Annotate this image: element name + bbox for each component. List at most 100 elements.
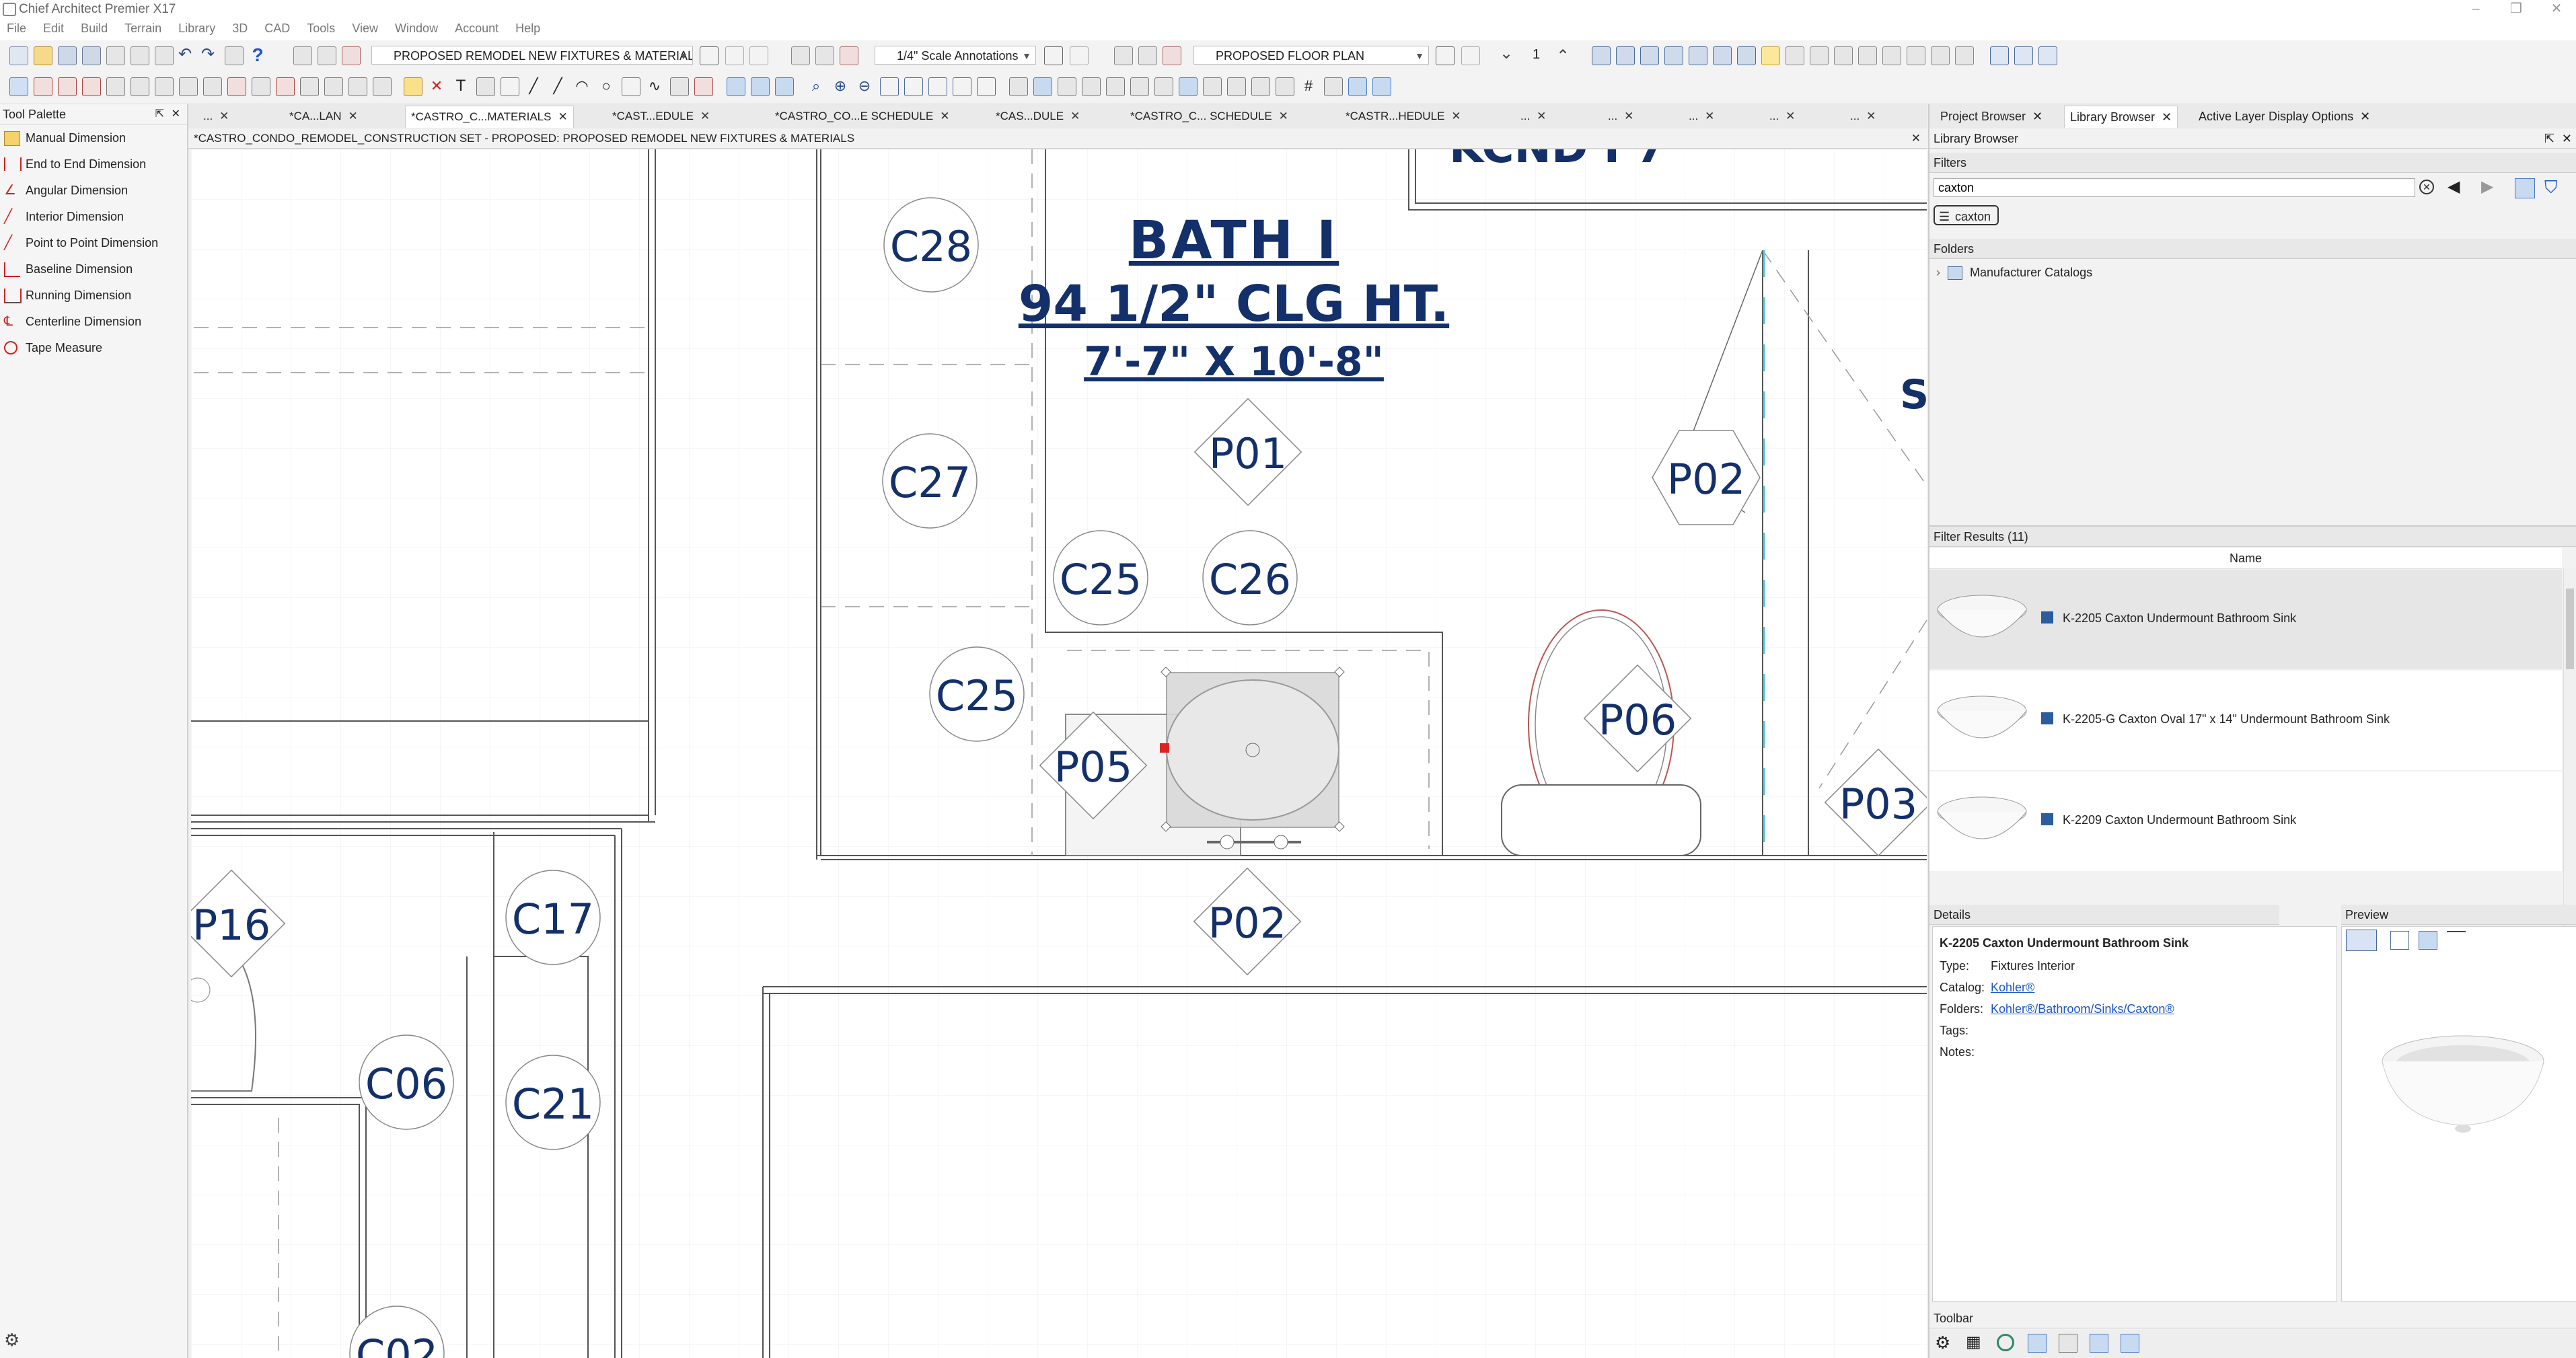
print-preview-icon[interactable] — [106, 46, 125, 65]
menu-cad[interactable]: CAD — [258, 19, 297, 38]
menu-view[interactable]: View — [345, 19, 385, 38]
fixture-place-icon[interactable] — [1058, 77, 1076, 96]
filter-options-icon[interactable] — [2515, 178, 2535, 198]
save-icon[interactable] — [58, 46, 77, 65]
minimize-button[interactable]: – — [2456, 0, 2496, 19]
fill-window-icon[interactable] — [880, 77, 899, 96]
render-icon[interactable] — [1786, 46, 1804, 65]
layer-sets-icon[interactable] — [293, 46, 312, 65]
back-arrow-icon[interactable]: ◀ — [2448, 177, 2460, 196]
object-snap-icon[interactable] — [751, 77, 770, 96]
tab-2[interactable]: *CASTRO_C...MATERIALS ✕ — [405, 106, 574, 128]
window-tile-icon[interactable] — [1990, 46, 2009, 65]
fill-window-building-icon[interactable] — [904, 77, 923, 96]
box-icon[interactable] — [622, 77, 640, 96]
walkthrough-icon[interactable] — [1689, 46, 1707, 65]
new-plan-icon[interactable] — [9, 46, 28, 65]
move-icon[interactable] — [1033, 77, 1052, 96]
window-icon[interactable] — [131, 77, 149, 96]
roof-icon[interactable] — [203, 77, 222, 96]
close-window-button[interactable]: ✕ — [2536, 0, 2576, 19]
refresh-icon[interactable] — [977, 77, 996, 96]
annotation-copy-icon[interactable] — [815, 46, 834, 65]
eyedropper-icon[interactable] — [1858, 46, 1877, 65]
display-options-icon[interactable] — [1348, 77, 1367, 96]
tool-tape-measure[interactable]: Tape Measure — [0, 335, 187, 361]
circle-icon[interactable]: ○ — [597, 77, 615, 95]
filter-icon[interactable] — [2090, 1334, 2108, 1353]
funnel-icon[interactable]: ⛉ — [2544, 177, 2558, 198]
tool-angular-dimension[interactable]: ∠ Angular Dimension — [0, 178, 187, 204]
preview-toggle-icon[interactable] — [2121, 1334, 2139, 1353]
camera-full-icon[interactable] — [1640, 46, 1659, 65]
print-icon[interactable] — [131, 46, 149, 65]
rectangle-icon[interactable] — [501, 77, 519, 96]
dimension-icon[interactable]: ✕ — [428, 77, 445, 95]
menu-library[interactable]: Library — [172, 19, 222, 38]
close-icon[interactable]: ✕ — [700, 110, 710, 122]
ruler-icon[interactable] — [670, 77, 689, 96]
window-layout-icon[interactable] — [2038, 46, 2057, 65]
copy-icon[interactable] — [1106, 77, 1125, 96]
layer-copy-icon[interactable] — [318, 46, 336, 65]
calculator-icon[interactable] — [225, 46, 244, 65]
polyline-icon[interactable]: ╱ — [549, 77, 566, 95]
close-icon[interactable]: ✕ — [1070, 110, 1080, 122]
refresh-icon[interactable] — [1997, 1334, 2014, 1351]
close-icon[interactable]: ✕ — [172, 104, 180, 124]
tag-p16[interactable]: P16 — [191, 901, 279, 950]
gear-icon[interactable]: ⚙ — [4, 1331, 22, 1349]
tab-11[interactable]: ... ✕ — [1769, 106, 1795, 127]
magic-wand-icon[interactable] — [1810, 46, 1829, 65]
plan-views-icon[interactable] — [1114, 46, 1133, 65]
close-icon[interactable]: ✕ — [940, 110, 949, 122]
clear-search-icon[interactable]: ✕ — [2419, 180, 2434, 194]
tool-point-to-point-dimension[interactable]: ╱ Point to Point Dimension — [0, 230, 187, 256]
arc-icon[interactable]: ◠ — [573, 77, 591, 95]
tag-p05[interactable]: P05 — [1046, 743, 1140, 792]
tag-c17[interactable]: C17 — [506, 895, 600, 944]
checkbox-icon[interactable] — [1436, 46, 1455, 65]
menu-3d[interactable]: 3D — [225, 19, 254, 38]
window-split-icon[interactable] — [2014, 46, 2033, 65]
menu-tools[interactable]: Tools — [300, 19, 342, 38]
close-icon[interactable]: ✕ — [1866, 110, 1876, 122]
tag-p02-hex[interactable]: P02 — [1659, 455, 1753, 504]
undo-icon[interactable]: ↶ — [176, 46, 194, 64]
scroll-thumb[interactable] — [2566, 589, 2574, 669]
global-icon[interactable] — [2028, 1334, 2047, 1353]
resize-icon[interactable] — [1251, 77, 1270, 96]
mirror-icon[interactable] — [1179, 77, 1198, 96]
zoom-in-icon[interactable]: ⊕ — [832, 77, 849, 95]
close-icon[interactable]: ✕ — [2162, 110, 2172, 124]
floor-down-icon[interactable]: ⌄ — [1498, 46, 1515, 64]
grid-icon[interactable]: # — [1300, 77, 1317, 95]
tab-active-layer-display[interactable]: Active Layer Display Options ✕ — [2199, 106, 2370, 127]
undo-zoom-icon[interactable] — [928, 77, 947, 96]
gear-icon[interactable]: ⚙ — [1935, 1334, 1950, 1351]
camera-home-icon[interactable] — [1592, 46, 1611, 65]
paste-icon[interactable] — [1130, 77, 1149, 96]
house-icon[interactable] — [227, 77, 246, 96]
elevation-icon[interactable] — [1737, 46, 1756, 65]
plan-view-copy-icon[interactable] — [1138, 46, 1157, 65]
preview-extra-icon[interactable] — [2447, 931, 2466, 950]
preview-view-dropdown[interactable] — [2346, 930, 2377, 951]
close-icon[interactable]: ✕ — [2032, 110, 2043, 123]
group-select-icon[interactable] — [1009, 77, 1028, 96]
plan-view-defaults-icon[interactable] — [1163, 46, 1181, 65]
folder-item-manufacturer-catalogs[interactable]: › Manufacturer Catalogs — [1936, 266, 2092, 280]
snap-grid-icon[interactable] — [727, 77, 745, 96]
fit-icon[interactable] — [953, 77, 971, 96]
layer-icon[interactable] — [1324, 77, 1343, 96]
tool-end-to-end-dimension[interactable]: End to End Dimension — [0, 151, 187, 178]
layer-set-dropdown[interactable]: PROPOSED REMODEL NEW FIXTURES & MATERIAL… — [371, 46, 693, 65]
tool-baseline-dimension[interactable]: Baseline Dimension — [0, 256, 187, 282]
tag-c25[interactable]: C25 — [1054, 555, 1148, 604]
spline-icon[interactable]: ∿ — [646, 77, 663, 95]
fit-preview-icon[interactable] — [2390, 931, 2409, 950]
close-icon[interactable]: ✕ — [1451, 110, 1461, 122]
close-icon[interactable]: ✕ — [1911, 128, 1921, 149]
cabinet-icon[interactable] — [82, 77, 101, 96]
close-icon[interactable]: ✕ — [2562, 128, 2572, 149]
